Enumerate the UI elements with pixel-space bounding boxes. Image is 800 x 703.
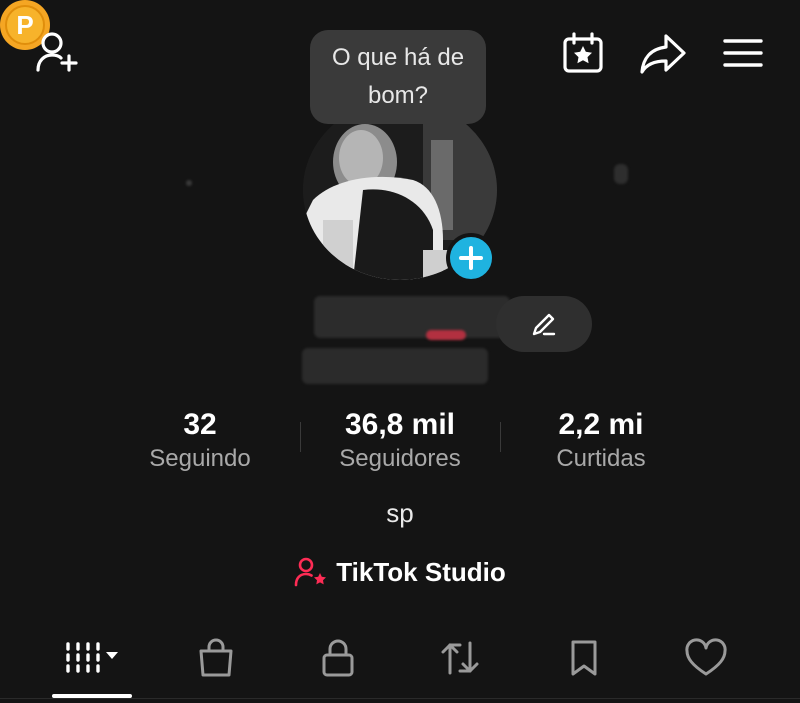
heart-icon — [685, 638, 727, 676]
redacted-mark — [426, 330, 466, 340]
redacted-name — [314, 296, 510, 338]
lock-icon — [322, 639, 354, 677]
share-arrow-icon — [640, 34, 686, 74]
stat-likes[interactable]: 2,2 mi Curtidas — [521, 406, 681, 474]
stat-label: Seguidores — [339, 445, 461, 472]
redacted-area — [614, 164, 628, 184]
tab-private[interactable] — [298, 630, 378, 686]
person-star-icon — [294, 557, 327, 587]
redacted-username — [302, 348, 488, 384]
divider — [500, 422, 501, 452]
edit-profile-button[interactable] — [496, 296, 592, 352]
stat-value: 32 — [183, 408, 217, 441]
tab-shop[interactable] — [176, 630, 256, 686]
stat-label: Seguindo — [149, 445, 251, 472]
bookmark-icon — [571, 640, 597, 676]
studio-label: TikTok Studio — [336, 556, 506, 587]
shopping-bag-icon — [199, 638, 233, 677]
tab-reposts[interactable] — [420, 630, 500, 686]
add-friend-button[interactable] — [30, 26, 82, 78]
tab-videos[interactable] — [52, 630, 132, 686]
calendar-star-icon — [563, 32, 603, 73]
menu-button[interactable] — [718, 28, 768, 78]
stat-value: 2,2 mi — [558, 408, 644, 441]
stat-value: 36,8 mil — [344, 408, 456, 441]
calendar-button[interactable] — [558, 28, 608, 78]
share-button[interactable] — [636, 28, 690, 78]
plus-icon — [459, 246, 483, 270]
stat-followers[interactable]: 36,8 mil Seguidores — [320, 406, 480, 474]
divider — [300, 422, 301, 452]
person-add-icon — [36, 32, 78, 72]
redacted-area — [186, 180, 192, 186]
avatar-add-button[interactable] — [446, 233, 496, 283]
pencil-icon — [532, 313, 556, 336]
stat-label: Curtidas — [556, 445, 646, 472]
stat-following[interactable]: 32 Seguindo — [120, 406, 280, 474]
tab-bar-divider — [0, 698, 800, 699]
whats-up-bubble[interactable]: O que há de bom? — [310, 30, 486, 124]
bio-text: sp — [386, 498, 414, 528]
tab-saved[interactable] — [544, 630, 624, 686]
tab-liked[interactable] — [666, 630, 746, 686]
grid-bars-dropdown-icon — [66, 642, 118, 673]
tiktok-studio-link[interactable]: TikTok Studio — [0, 556, 800, 588]
repost-icon — [441, 641, 479, 675]
bubble-text: O que há de bom? — [331, 44, 465, 109]
hamburger-icon — [723, 39, 763, 67]
